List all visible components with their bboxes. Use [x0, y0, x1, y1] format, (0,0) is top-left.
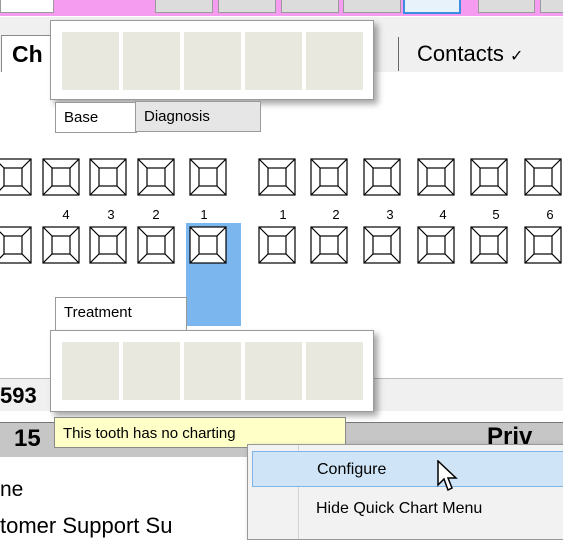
toolbar-button[interactable] — [478, 0, 535, 13]
tooth-icon[interactable] — [524, 158, 562, 196]
menu-item-configure[interactable]: Configure — [252, 451, 563, 487]
tooth-icon[interactable] — [189, 158, 227, 196]
tooth-number: 4 — [439, 207, 447, 222]
tooth-icon[interactable] — [89, 158, 127, 196]
tooth-icon[interactable] — [470, 226, 508, 264]
tooth-icon[interactable] — [363, 226, 401, 264]
quick-chart-swatch[interactable] — [183, 31, 242, 91]
tooth-icon[interactable] — [137, 226, 175, 264]
tab-chart-label: Ch — [12, 41, 43, 67]
tooth-number: 3 — [107, 207, 115, 222]
quick-chart-swatch[interactable] — [244, 31, 303, 91]
tooth-icon[interactable] — [189, 226, 227, 264]
tooth-icon[interactable] — [524, 226, 562, 264]
tab-base[interactable]: Base — [55, 102, 137, 133]
tooth-icon[interactable] — [258, 158, 296, 196]
quick-chart-swatch[interactable] — [183, 341, 242, 401]
tab-contacts-label: Contacts — [417, 41, 504, 66]
menu-item-hide-quick-chart[interactable]: Hide Quick Chart Menu — [252, 491, 563, 527]
tab-contacts[interactable]: Contacts ✓ — [398, 37, 563, 71]
toolbar-button-selected[interactable] — [403, 0, 461, 14]
tooth-icon[interactable] — [417, 226, 455, 264]
quick-chart-swatch[interactable] — [305, 31, 364, 91]
tooth-icon[interactable] — [310, 226, 348, 264]
patient-id-fragment: 593 — [0, 383, 37, 408]
toolbar-button[interactable] — [540, 0, 563, 13]
quick-chart-context-menu: Configure Hide Quick Chart Menu — [247, 444, 563, 540]
list-item: ne — [0, 478, 24, 501]
treatment-quick-chart-palette — [50, 330, 374, 412]
quick-chart-swatch[interactable] — [122, 31, 181, 91]
list-item: tomer Support Su — [0, 513, 173, 538]
tooth-icon[interactable] — [42, 226, 80, 264]
tooth-number: 2 — [332, 207, 340, 222]
tab-base-label: Base — [64, 109, 99, 126]
tab-diagnosis[interactable]: Diagnosis — [135, 101, 261, 132]
toolbar-button[interactable] — [281, 0, 339, 13]
tab-contacts-check-icon: ✓ — [509, 48, 524, 65]
tooth-number: 3 — [386, 207, 394, 222]
tooth-icon[interactable] — [258, 226, 296, 264]
row-number: 15 — [14, 425, 41, 452]
tab-diagnosis-label: Diagnosis — [144, 108, 210, 125]
tooth-number: 1 — [279, 207, 287, 222]
quick-chart-swatch[interactable] — [61, 31, 120, 91]
toolbar-button[interactable] — [218, 0, 276, 13]
tooth-icon[interactable] — [137, 158, 175, 196]
quick-chart-swatch[interactable] — [61, 341, 120, 401]
tooth-number: 5 — [492, 207, 500, 222]
tooth-icon[interactable] — [470, 158, 508, 196]
toolbar-button[interactable] — [343, 0, 401, 13]
top-toolbar — [0, 0, 563, 16]
tooth-number: 4 — [62, 207, 70, 222]
tooth-icon[interactable] — [0, 158, 32, 196]
tooth-icon[interactable] — [363, 158, 401, 196]
tooth-icon[interactable] — [0, 226, 32, 264]
tooth-icon[interactable] — [417, 158, 455, 196]
tooth-icon[interactable] — [310, 158, 348, 196]
mouse-cursor-icon — [437, 460, 458, 492]
toolbar-button[interactable] — [155, 0, 213, 13]
tooth-number: 2 — [152, 207, 160, 222]
tooth-number: 6 — [546, 207, 554, 222]
base-quick-chart-palette — [50, 20, 374, 100]
toolbar-input[interactable] — [0, 0, 54, 13]
tooth-icon[interactable] — [89, 226, 127, 264]
quick-chart-swatch[interactable] — [244, 341, 303, 401]
tab-treatment-label: Treatment — [64, 304, 132, 321]
tab-treatment[interactable]: Treatment — [55, 297, 187, 331]
quick-chart-swatch[interactable] — [122, 341, 181, 401]
tooth-icon[interactable] — [42, 158, 80, 196]
quick-chart-swatch[interactable] — [305, 341, 364, 401]
tooth-number: 1 — [200, 207, 208, 222]
